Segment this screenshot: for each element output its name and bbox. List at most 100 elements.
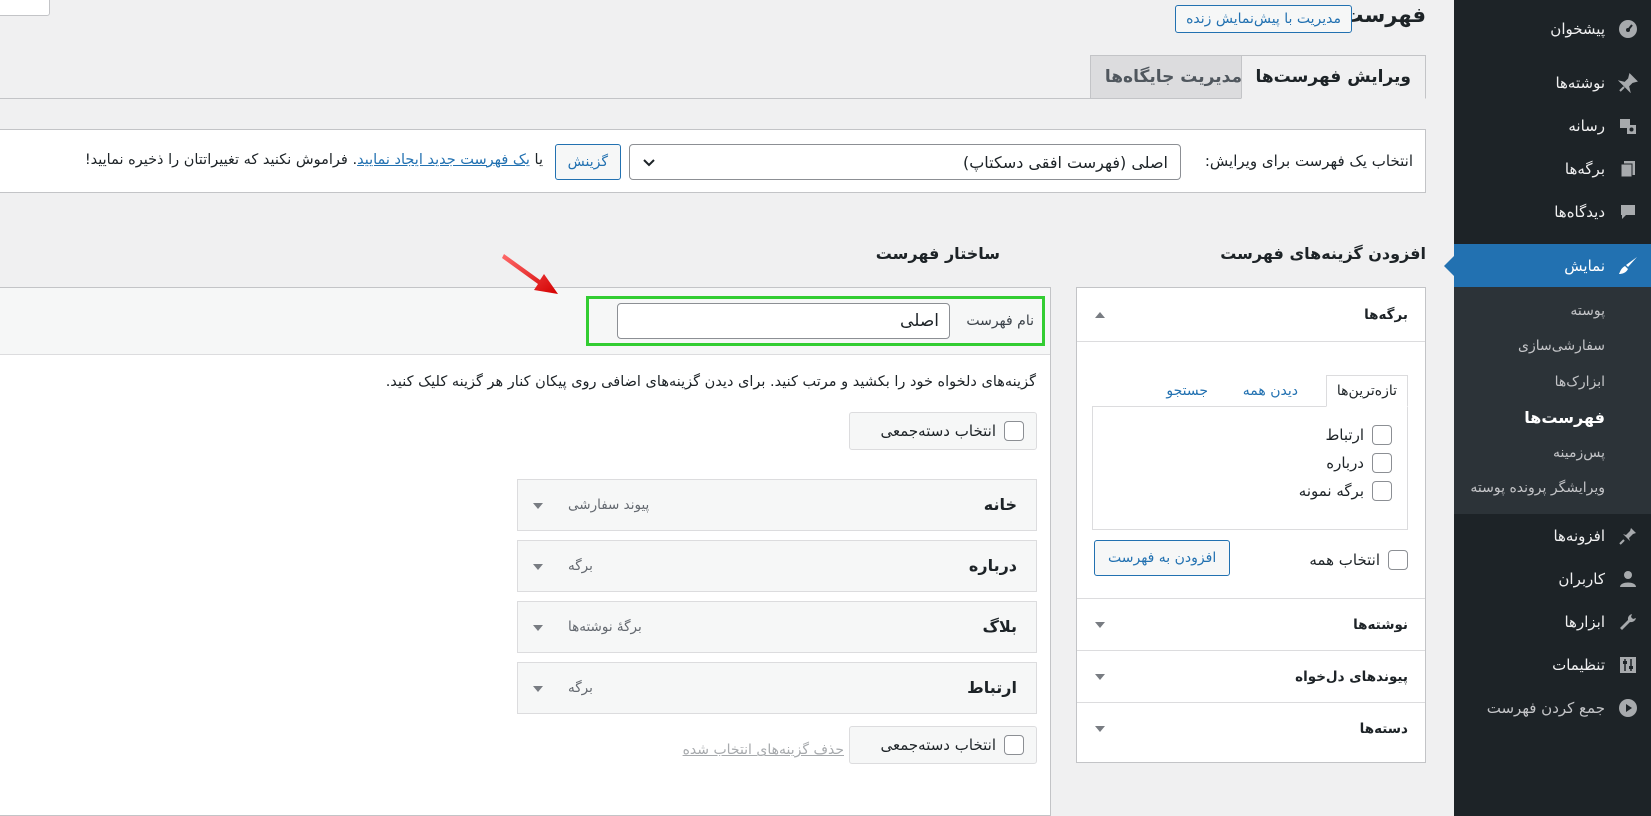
sidebar-item-settings[interactable]: تنظیمات [1454, 643, 1651, 686]
dashboard-icon [1617, 18, 1639, 40]
menu-item-type: برگه [568, 680, 593, 696]
add-menu-items-panel: برگه‌ها تازه‌ترین‌ها دیدن همه جستجو ارتب… [1076, 287, 1426, 763]
caret-down-icon[interactable] [533, 620, 543, 636]
sidebar-item-appearance[interactable]: نمایش [1454, 244, 1651, 287]
page-checkbox[interactable] [1372, 425, 1392, 445]
sidebar-item-label: پیشخوان [1550, 19, 1605, 38]
submenu-item-themes[interactable]: پوسته [1454, 293, 1651, 329]
screen-options-button[interactable] [0, 0, 50, 16]
live-preview-button[interactable]: مدیریت با پیش‌نمایش زنده [1175, 5, 1352, 33]
sidebar-item-comments[interactable]: دیدگاه‌ها [1454, 190, 1651, 233]
create-new-menu-link[interactable]: یک فهرست جدید ایجاد نمایید [357, 152, 530, 168]
tab-manage-locations[interactable]: مدیریت جایگاه‌ها [1089, 55, 1257, 99]
bulk-select-top[interactable]: انتخاب دسته‌جمعی [849, 412, 1037, 450]
menu-item-title: خانه [983, 495, 1017, 514]
bulk-select-checkbox[interactable] [1004, 735, 1024, 755]
menu-item-type: پیوند سفارشی [568, 497, 650, 513]
accordion-custom-links[interactable]: پیوندهای دل‌خواه [1077, 650, 1425, 703]
sidebar-item-label: تنظیمات [1552, 655, 1605, 674]
choose-menu-button[interactable]: گزینش [554, 144, 621, 180]
menu-name-header: نام فهرست اصلی [0, 288, 1050, 355]
plugins-icon [1617, 525, 1639, 547]
menu-name-input[interactable]: اصلی [617, 303, 950, 339]
menu-item[interactable]: درباره برگه [517, 540, 1037, 592]
page-label: برگه نمونه [1298, 482, 1364, 500]
sidebar-item-plugins[interactable]: افزونه‌ها [1454, 514, 1651, 557]
accordion-title: پیوندهای دل‌خواه [1295, 669, 1408, 685]
bulk-select-bottom[interactable]: انتخاب دسته‌جمعی [849, 726, 1037, 764]
menu-select-dropdown[interactable]: اصلی (فهرست افقی دسکتاپ) [629, 144, 1181, 180]
users-icon [1617, 568, 1639, 590]
pages-list: ارتباط درباره برگه نمونه [1092, 406, 1408, 530]
sidebar-item-users[interactable]: کاربران [1454, 557, 1651, 600]
list-item[interactable]: ارتباط [1325, 425, 1392, 445]
page-checkbox[interactable] [1372, 481, 1392, 501]
page-label: ارتباط [1325, 426, 1364, 444]
sidebar-item-label: رسانه [1568, 116, 1605, 135]
submenu-item-customize[interactable]: سفارشی‌سازی [1454, 329, 1651, 365]
accordion-title: دسته‌ها [1359, 721, 1408, 737]
menu-item[interactable]: ارتباط برگه [517, 662, 1037, 714]
sidebar-item-label: برگه‌ها [1564, 159, 1605, 178]
media-icon [1617, 115, 1639, 137]
create-menu-note: یا یک فهرست جدید ایجاد نمایید. فراموش نک… [85, 152, 543, 168]
caret-down-icon [1095, 721, 1105, 737]
list-item[interactable]: درباره [1326, 453, 1392, 473]
sidebar-item-tools[interactable]: ابزارها [1454, 600, 1651, 643]
caret-down-icon [1095, 617, 1105, 633]
pages-icon [1617, 158, 1639, 180]
sidebar-item-label: کاربران [1558, 569, 1605, 588]
menu-structure-heading: ساختار فهرست [875, 244, 1000, 263]
select-all-pages[interactable]: انتخاب همه [1309, 550, 1408, 570]
or-text: یا [534, 152, 543, 168]
pages-subtabs: تازه‌ترین‌ها دیدن همه جستجو [1092, 375, 1408, 407]
add-to-menu-button[interactable]: افزودن به فهرست [1094, 540, 1231, 576]
sidebar-item-posts[interactable]: نوشته‌ها [1454, 61, 1651, 104]
menu-item-title: درباره [968, 556, 1017, 575]
accordion-categories[interactable]: دسته‌ها [1077, 702, 1425, 755]
comments-icon [1617, 201, 1639, 223]
accordion-title: برگه‌ها [1364, 306, 1408, 323]
add-menu-items-heading: افزودن گزینه‌های فهرست [1220, 244, 1426, 263]
pin-icon [1617, 72, 1639, 94]
subtab-most-recent[interactable]: تازه‌ترین‌ها [1325, 375, 1408, 407]
sidebar-item-label: دیدگاه‌ها [1554, 202, 1605, 221]
menu-item[interactable]: خانه پیوند سفارشی [517, 479, 1037, 531]
menu-item-type: برگهٔ نوشته‌ها [568, 619, 642, 635]
submenu-item-menus[interactable]: فهرست‌ها [1454, 400, 1651, 436]
list-item[interactable]: برگه نمونه [1299, 481, 1392, 501]
submenu-item-background[interactable]: پس‌زمینه [1454, 435, 1651, 471]
delete-selected-link[interactable]: حذف گزینه‌های انتخاب شده [683, 742, 844, 758]
accordion-pages[interactable]: برگه‌ها [1077, 288, 1425, 342]
tab-edit-menus[interactable]: ویرایش فهرست‌ها [1240, 55, 1426, 99]
submenu-item-theme-editor[interactable]: ویرایشگر پرونده پوسته [1454, 471, 1651, 507]
collapse-menu-button[interactable]: جمع کردن فهرست [1454, 686, 1651, 729]
caret-down-icon[interactable] [533, 498, 543, 514]
caret-down-icon[interactable] [533, 559, 543, 575]
sidebar-item-label: نوشته‌ها [1555, 73, 1605, 92]
appearance-brush-icon [1617, 255, 1639, 277]
page-checkbox[interactable] [1372, 453, 1392, 473]
selected-menu-value: اصلی (فهرست افقی دسکتاپ) [962, 152, 1168, 172]
bulk-select-label: انتخاب دسته‌جمعی [880, 736, 996, 754]
menu-item[interactable]: بلاگ برگهٔ نوشته‌ها [517, 601, 1037, 653]
select-all-checkbox[interactable] [1388, 550, 1408, 570]
submenu-item-widgets[interactable]: ابزارک‌ها [1454, 364, 1651, 400]
sidebar-item-label: جمع کردن فهرست [1486, 698, 1605, 717]
subtab-view-all[interactable]: دیدن همه [1233, 375, 1308, 407]
menu-item-title: ارتباط [967, 678, 1017, 697]
caret-down-icon[interactable] [533, 681, 543, 697]
bulk-select-label: انتخاب دسته‌جمعی [880, 422, 996, 440]
subtab-search[interactable]: جستجو [1156, 375, 1218, 407]
menu-name-label: نام فهرست [966, 313, 1034, 329]
accordion-posts[interactable]: نوشته‌ها [1077, 598, 1425, 651]
sidebar-item-label: ابزارها [1564, 612, 1605, 631]
caret-down-icon [1095, 669, 1105, 685]
sidebar-item-dashboard[interactable]: پیشخوان [1454, 7, 1651, 50]
select-all-label: انتخاب همه [1309, 551, 1380, 569]
appearance-submenu: پوسته سفارشی‌سازی ابزارک‌ها فهرست‌ها پس‌… [1454, 287, 1651, 514]
sidebar-item-pages[interactable]: برگه‌ها [1454, 147, 1651, 190]
menu-name-highlight: نام فهرست اصلی [586, 296, 1045, 346]
bulk-select-checkbox[interactable] [1004, 421, 1024, 441]
sidebar-item-media[interactable]: رسانه [1454, 104, 1651, 147]
